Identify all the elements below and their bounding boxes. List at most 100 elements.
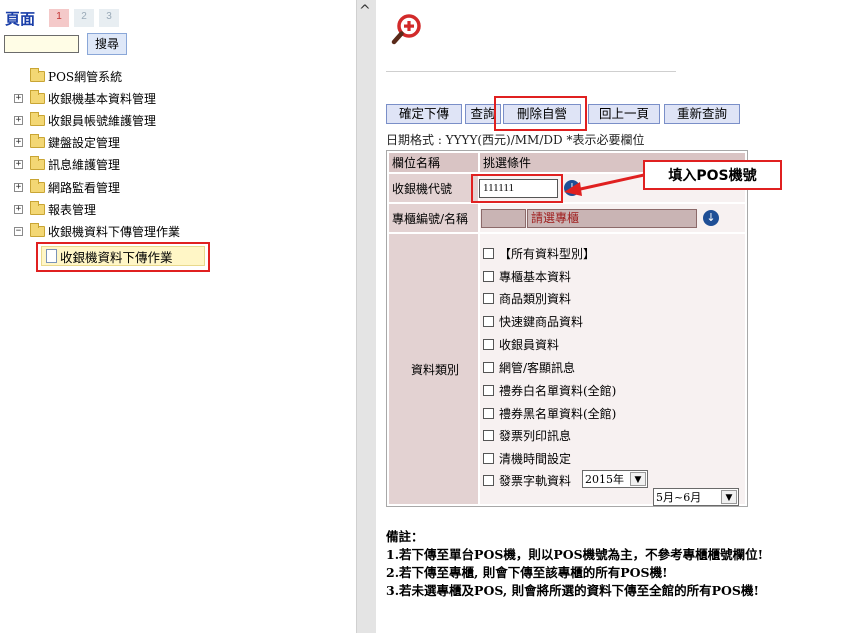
tree-node-label: 收銀機基本資料管理 <box>48 91 157 106</box>
year-select[interactable]: 2015年 ▼ <box>582 470 648 488</box>
folder-icon <box>30 111 45 126</box>
category-option-label: 商品類別資料 <box>499 291 572 306</box>
category-option[interactable]: 禮券白名單資料(全館) <box>483 380 616 400</box>
tree-node-label: 收銀員帳號維護管理 <box>48 113 157 128</box>
checkbox[interactable] <box>483 384 494 396</box>
back-button[interactable]: 回上一頁 <box>588 104 660 124</box>
checkbox[interactable] <box>483 270 494 282</box>
checkbox[interactable] <box>483 338 494 350</box>
counter-code-input[interactable] <box>481 209 526 228</box>
tree-node-label: 鍵盤設定管理 <box>48 135 121 150</box>
notes-section: 備註： 1.若下傳至單台POS機，則以POS機號為主，不參考專櫃櫃號欄位! 2.… <box>386 528 763 600</box>
checkbox[interactable] <box>483 407 494 419</box>
checkbox[interactable] <box>483 292 494 304</box>
checkbox[interactable] <box>483 247 494 259</box>
category-option-label: 收銀員資料 <box>499 337 560 352</box>
tree-node-label: 收銀機資料下傳管理作業 <box>48 224 181 239</box>
tree-node[interactable]: + 報表管理 <box>14 199 96 219</box>
counter-dropdown-icon[interactable]: ↓ <box>703 210 719 226</box>
category-option-label: 發票字軌資料 <box>499 473 572 488</box>
tree-node-label: 報表管理 <box>48 202 97 217</box>
checkbox[interactable] <box>483 315 494 327</box>
category-option[interactable]: 專櫃基本資料 <box>483 266 571 286</box>
tree-panel: 頁面 1 2 3 搜尋 POS網管系統 + 收銀機基本資料管理 + 收銀員帳號維… <box>0 0 356 633</box>
note-line: 3.若未選專櫃及POS, 則會將所選的資料下傳至全館的所有POS機! <box>386 583 759 598</box>
tree-node[interactable]: + 網路監看管理 <box>14 177 120 197</box>
collapse-icon[interactable]: − <box>14 226 23 236</box>
tree-search-button[interactable]: 搜尋 <box>87 33 127 55</box>
folder-open-icon <box>30 222 45 237</box>
notes-title: 備註： <box>386 529 424 544</box>
expand-icon[interactable]: + <box>14 159 23 169</box>
expand-icon[interactable]: + <box>14 182 23 192</box>
tree-search-input[interactable] <box>4 35 79 53</box>
tree-node[interactable]: − 收銀機資料下傳管理作業 <box>14 221 180 241</box>
highlight-box-delete <box>494 96 587 131</box>
category-option[interactable]: 快速鍵商品資料 <box>483 311 583 331</box>
category-option-label: 網管/客顯訊息 <box>499 360 576 375</box>
tree-node-label: POS網管系統 <box>48 69 123 84</box>
checkbox[interactable] <box>483 429 494 441</box>
tree-node[interactable]: + 收銀員帳號維護管理 <box>14 110 156 130</box>
pager-label: 頁面 <box>5 12 36 28</box>
expand-icon[interactable]: + <box>14 137 23 147</box>
category-option[interactable]: 【所有資料型別】 <box>483 243 595 263</box>
category-option[interactable]: 發票字軌資料 <box>483 470 571 490</box>
month-select-value: 5月~6月 <box>656 491 702 504</box>
category-option[interactable]: 發票列印訊息 <box>483 425 571 445</box>
tree-node[interactable]: + 收銀機基本資料管理 <box>14 88 156 108</box>
category-option[interactable]: 清機時間設定 <box>483 448 571 468</box>
year-select-value: 2015年 <box>585 473 624 486</box>
category-option[interactable]: 收銀員資料 <box>483 334 559 354</box>
folder-icon <box>30 200 45 215</box>
header-field-name: 欄位名稱 <box>389 153 478 172</box>
confirm-download-button[interactable]: 確定下傳 <box>386 104 462 124</box>
highlight-box-leaf <box>36 242 210 272</box>
panel-splitter[interactable]: ^ <box>356 0 376 633</box>
category-option-label: 禮券白名單資料(全館) <box>499 383 617 398</box>
category-option-label: 快速鍵商品資料 <box>499 314 584 329</box>
page-2-button[interactable]: 2 <box>74 9 94 27</box>
folder-icon <box>30 67 45 82</box>
tree-node[interactable]: + 鍵盤設定管理 <box>14 132 120 152</box>
requery-button[interactable]: 重新查詢 <box>664 104 740 124</box>
category-option[interactable]: 禮券黑名單資料(全館) <box>483 403 616 423</box>
chevron-down-icon[interactable]: ▼ <box>630 472 646 486</box>
category-option-label: 禮券黑名單資料(全館) <box>499 406 617 421</box>
checkbox[interactable] <box>483 361 494 373</box>
tree-node-root[interactable]: POS網管系統 <box>14 66 122 86</box>
note-line: 1.若下傳至單台POS機，則以POS機號為主，不參考專櫃櫃號欄位! <box>386 547 764 562</box>
divider <box>386 71 676 72</box>
category-option[interactable]: 網管/客顯訊息 <box>483 357 575 377</box>
zoom-in-icon <box>391 14 421 45</box>
highlight-box-pos <box>471 174 563 203</box>
counter-label: 專櫃編號/名稱 <box>389 204 478 232</box>
pos-label: 收銀機代號 <box>389 174 478 202</box>
tree-node-label: 訊息維護管理 <box>48 157 121 172</box>
counter-name-select[interactable]: 請選專櫃 <box>527 209 697 228</box>
category-option[interactable]: 商品類別資料 <box>483 288 571 308</box>
date-format-note: 日期格式 : YYYY(西元)/MM/DD *表示必要欄位 <box>386 133 645 147</box>
checkbox[interactable] <box>483 452 494 464</box>
callout-label: 填入POS機號 <box>643 160 782 190</box>
expand-icon[interactable]: + <box>14 115 23 125</box>
tree-node[interactable]: + 訊息維護管理 <box>14 154 120 174</box>
folder-icon <box>30 89 45 104</box>
page-1-button[interactable]: 1 <box>49 9 69 27</box>
collapse-up-icon[interactable]: ^ <box>359 3 371 19</box>
chevron-down-icon[interactable]: ▼ <box>721 490 737 504</box>
page-3-button[interactable]: 3 <box>99 9 119 27</box>
checkbox[interactable] <box>483 474 494 486</box>
tree-node-label: 網路監看管理 <box>48 180 121 195</box>
expand-icon[interactable]: + <box>14 93 23 103</box>
category-label: 資料類別 <box>389 234 478 504</box>
callout-arrow <box>564 173 645 196</box>
note-line: 2.若下傳至專櫃, 則會下傳至該專櫃的所有POS機! <box>386 565 668 580</box>
folder-icon <box>30 155 45 170</box>
month-select[interactable]: 5月~6月 ▼ <box>653 488 739 506</box>
folder-icon <box>30 178 45 193</box>
category-option-label: 清機時間設定 <box>499 451 572 466</box>
category-option-label: 專櫃基本資料 <box>499 269 572 284</box>
folder-icon <box>30 133 45 148</box>
expand-icon[interactable]: + <box>14 204 23 214</box>
